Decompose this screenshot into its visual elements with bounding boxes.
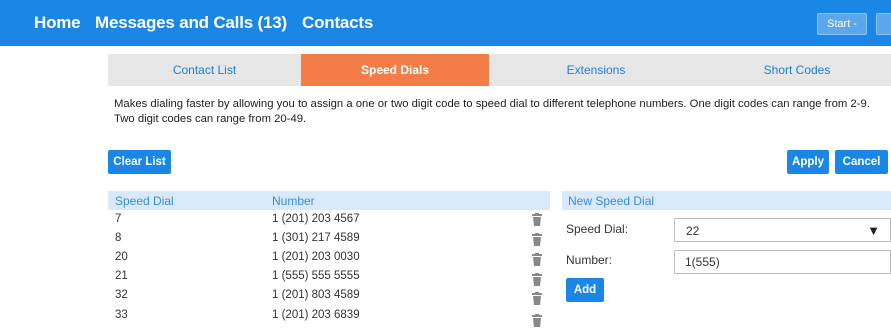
trash-icon[interactable]	[531, 292, 543, 305]
tab-short-codes[interactable]: Short Codes	[703, 54, 891, 86]
row-number: 1 (301) 217 4589	[272, 232, 360, 244]
tab-extensions[interactable]: Extensions	[489, 54, 703, 86]
top-navigation-bar: Home Messages and Calls (13) Contacts St…	[0, 0, 891, 46]
add-button[interactable]: Add	[566, 278, 604, 302]
number-input[interactable]: 1(555)	[674, 250, 891, 274]
contacts-tabs: Contact List Speed Dials Extensions Shor…	[108, 54, 891, 86]
row-number: 1 (201) 203 6839	[272, 309, 360, 321]
apply-button[interactable]: Apply	[787, 150, 829, 174]
row-speed-dial-code: 7	[115, 213, 122, 225]
new-speed-dial-title: New Speed Dial	[568, 194, 655, 208]
tab-contact-list[interactable]: Contact List	[108, 54, 301, 86]
row-number: 1 (201) 803 4589	[272, 289, 360, 301]
speed-dial-field-label: Speed Dial:	[566, 222, 629, 236]
speed-dial-description: Makes dialing faster by allowing you to …	[114, 98, 870, 125]
column-header-speed-dial: Speed Dial	[115, 194, 174, 208]
trash-icon[interactable]	[531, 314, 543, 327]
row-speed-dial-code: 20	[115, 251, 128, 263]
chevron-down-icon: ▼	[867, 223, 880, 238]
nav-home[interactable]: Home	[34, 13, 81, 33]
row-number: 1 (201) 203 0030	[272, 251, 360, 263]
speed-dial-select[interactable]: 22 ▼	[674, 218, 891, 242]
trash-icon[interactable]	[531, 233, 543, 246]
row-speed-dial-code: 33	[115, 309, 128, 321]
row-number: 1 (555) 555 5555	[272, 270, 360, 282]
speed-dial-table-header	[108, 191, 550, 210]
row-speed-dial-code: 8	[115, 232, 122, 244]
column-header-number: Number	[272, 194, 315, 208]
header-menu-button[interactable]	[876, 13, 891, 35]
nav-messages-and-calls[interactable]: Messages and Calls (13)	[95, 13, 287, 33]
row-number: 1 (201) 203 4567	[272, 213, 360, 225]
number-field-label: Number:	[566, 253, 613, 267]
trash-icon[interactable]	[531, 273, 543, 286]
clear-list-button[interactable]: Clear List	[108, 150, 171, 174]
start-button[interactable]: Start -	[817, 13, 867, 35]
tab-speed-dials[interactable]: Speed Dials	[301, 54, 489, 86]
trash-icon[interactable]	[531, 253, 543, 266]
speed-dial-select-value: 22	[686, 224, 700, 238]
row-speed-dial-code: 32	[115, 289, 128, 301]
cancel-button[interactable]: Cancel	[835, 150, 888, 174]
nav-contacts[interactable]: Contacts	[302, 13, 373, 33]
trash-icon[interactable]	[531, 213, 543, 226]
row-speed-dial-code: 21	[115, 270, 128, 282]
